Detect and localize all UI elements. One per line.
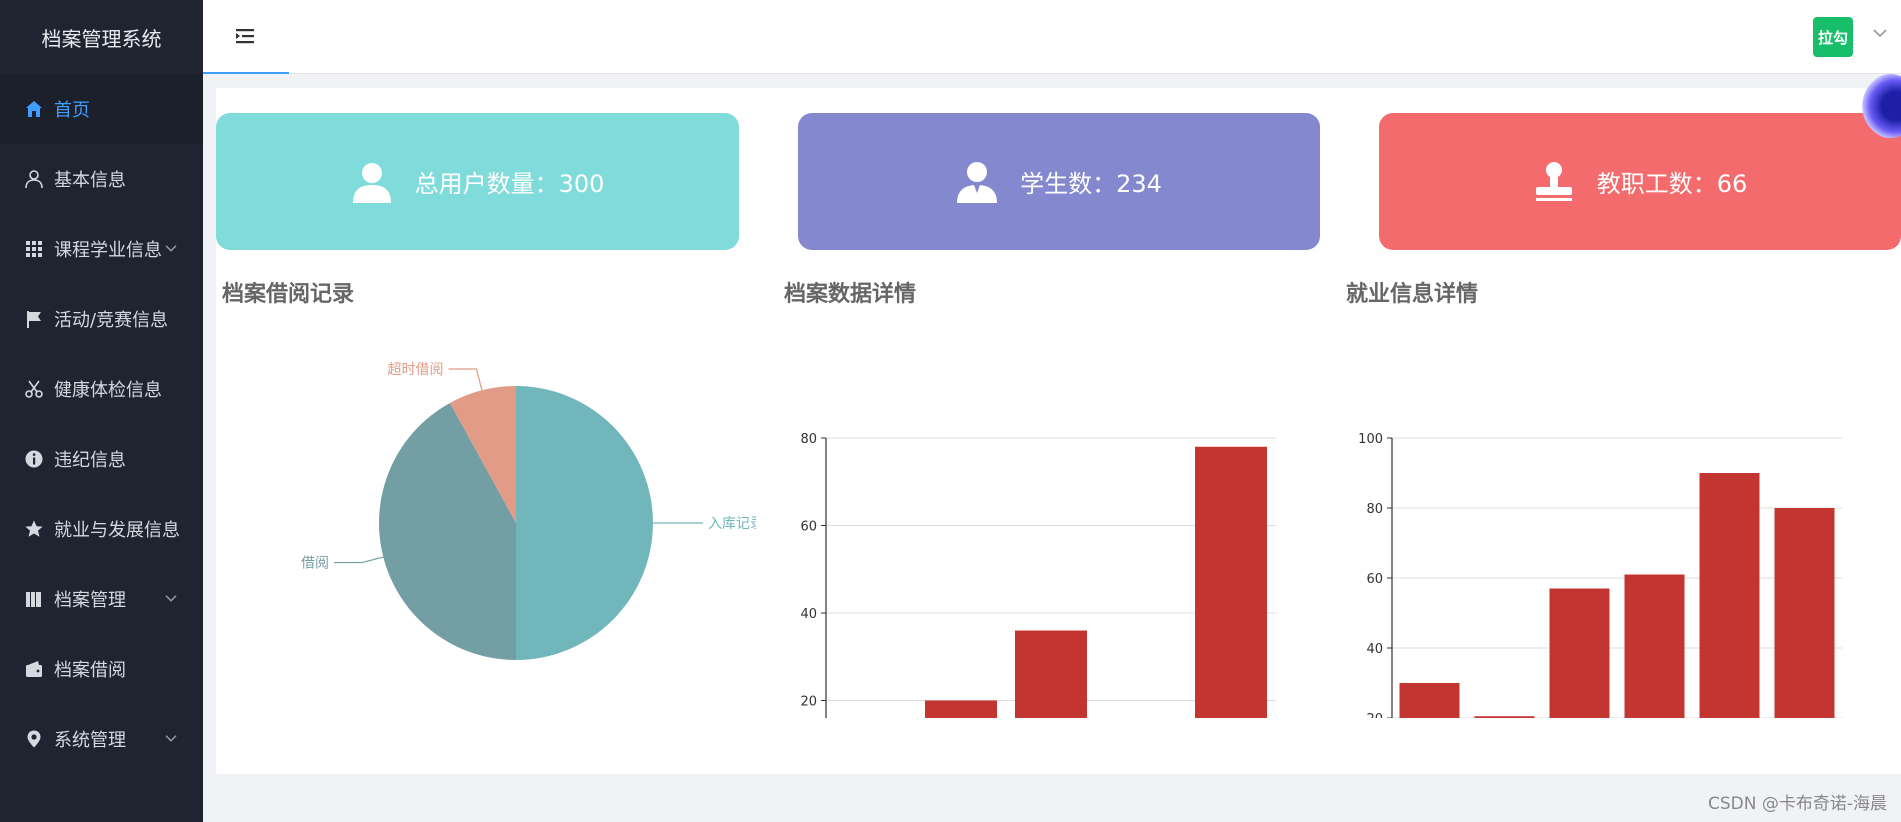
- y-tick-label: 20: [1366, 712, 1383, 718]
- menu-fold-icon: [236, 29, 254, 44]
- sidebar-item-1[interactable]: 基本信息: [0, 144, 203, 214]
- bar[interactable]: [1549, 588, 1610, 719]
- bar[interactable]: [1624, 574, 1685, 719]
- sidebar-item-2[interactable]: 课程学业信息: [0, 214, 203, 284]
- y-tick-label: 60: [800, 520, 817, 535]
- bar[interactable]: [1399, 683, 1460, 718]
- chevron-down-icon: [165, 735, 177, 742]
- watermark: CSDN @卡布奇诺-海晨: [1707, 794, 1887, 814]
- sidebar-item-9[interactable]: 系统管理: [0, 704, 203, 774]
- employment-bar-chart: 020406080100专业1专业2专业3专业4专业5专业6: [1358, 432, 1842, 719]
- pie-slice[interactable]: [516, 386, 653, 660]
- sidebar: 档案管理系统 首页基本信息课程学业信息 活动/竞赛信息 健康体检信息 违纪信息就业与发…: [0, 0, 203, 822]
- sidebar-item-label: 档案管理: [54, 590, 126, 611]
- y-tick-label: 80: [800, 432, 817, 447]
- stamp-icon: [1535, 161, 1572, 201]
- user-avatar[interactable]: 拉勾: [1813, 17, 1853, 57]
- sidebar-item-label: 系统管理: [54, 730, 126, 751]
- sidebar-item-5[interactable]: 违纪信息: [0, 424, 203, 494]
- borrow-pie-chart: 入库记录借阅 超时借阅: [301, 362, 756, 660]
- scissors-icon: [25, 380, 43, 398]
- y-tick-label: 100: [1358, 432, 1383, 447]
- info-icon: [25, 450, 43, 468]
- sidebar-item-label: 健康体检信息: [54, 380, 162, 401]
- sidebar-item-label: 违纪信息: [54, 450, 126, 471]
- pie-slice-label: 超时借阅: [387, 362, 443, 378]
- top-header: 拉勾: [203, 0, 1901, 74]
- chevron-down-icon: [165, 245, 177, 252]
- total-users-card: 总用户数量：300: [216, 113, 739, 250]
- pie-slice-label: 借阅: [301, 556, 329, 572]
- sidebar-item-6[interactable]: 就业与发展信息: [0, 494, 203, 564]
- location-icon: [27, 730, 41, 748]
- app-root: 档案管理系统 首页基本信息课程学业信息 活动/竞赛信息 健康体检信息 违纪信息就业与发…: [0, 0, 1901, 822]
- sidebar-toggle-button[interactable]: [203, 0, 289, 74]
- sidebar-item-label: 首页: [54, 100, 90, 121]
- sidebar-menu: 首页基本信息课程学业信息 活动/竞赛信息 健康体检信息 违纪信息就业与发展信息 档案管理…: [0, 74, 203, 774]
- sidebar-item-label: 课程学业信息: [54, 240, 162, 261]
- pie-slice-label: 入库记录: [708, 516, 756, 532]
- y-tick-label: 60: [1366, 572, 1383, 587]
- wallet-icon: [26, 661, 42, 677]
- star-icon: [25, 520, 43, 537]
- y-tick-label: 20: [800, 695, 817, 710]
- bar[interactable]: [1015, 630, 1087, 719]
- sidebar-item-7[interactable]: 档案管理: [0, 564, 203, 634]
- y-tick-label: 80: [1366, 502, 1383, 517]
- sidebar-item-label: 档案借阅: [54, 660, 126, 681]
- bar[interactable]: [1195, 446, 1267, 718]
- bar[interactable]: [1774, 508, 1835, 718]
- sidebar-item-0[interactable]: 首页: [0, 74, 203, 144]
- home-icon: [26, 101, 42, 117]
- staff-label: 教职工数：66: [1596, 170, 1748, 198]
- sidebar-item-3[interactable]: 活动/竞赛信息: [0, 284, 203, 354]
- bar[interactable]: [1474, 716, 1535, 718]
- sidebar-item-label: 活动/竞赛信息: [54, 310, 169, 331]
- grid-icon: [26, 241, 42, 257]
- students-card: 学生数：234: [798, 113, 1320, 250]
- sidebar-item-4[interactable]: 健康体检信息: [0, 354, 203, 424]
- y-tick-label: 40: [1366, 642, 1383, 657]
- dashboard-panel: 总用户数量：300 学生数：234 教职工数：66 档案借阅记录 档案数据详情 …: [216, 88, 1901, 774]
- app-title: 档案管理系统: [0, 0, 203, 74]
- user-icon: [352, 162, 391, 203]
- y-tick-label: 40: [800, 607, 817, 622]
- student-icon: [957, 161, 998, 203]
- pie-label-line: [333, 556, 384, 564]
- flag-icon: [27, 311, 41, 328]
- chevron-down-icon: [165, 595, 177, 602]
- pie-label-line: [448, 368, 483, 391]
- bar[interactable]: [925, 700, 997, 719]
- sidebar-item-8[interactable]: 档案借阅: [0, 634, 203, 704]
- sidebar-item-label: 就业与发展信息: [54, 520, 180, 541]
- sidebar-item-label: 基本信息: [54, 170, 126, 191]
- staff-card: 教职工数：66: [1379, 113, 1901, 250]
- archive-bar-chart: 020406080分类1分类2分类3分类4分类5: [800, 432, 1276, 719]
- user-icon: [25, 170, 43, 189]
- bar[interactable]: [1699, 473, 1760, 718]
- chevron-down-icon[interactable]: [1873, 28, 1887, 38]
- total-users-label: 总用户数量：300: [414, 170, 605, 198]
- students-label: 学生数：234: [1020, 170, 1162, 198]
- book-icon: [26, 592, 41, 607]
